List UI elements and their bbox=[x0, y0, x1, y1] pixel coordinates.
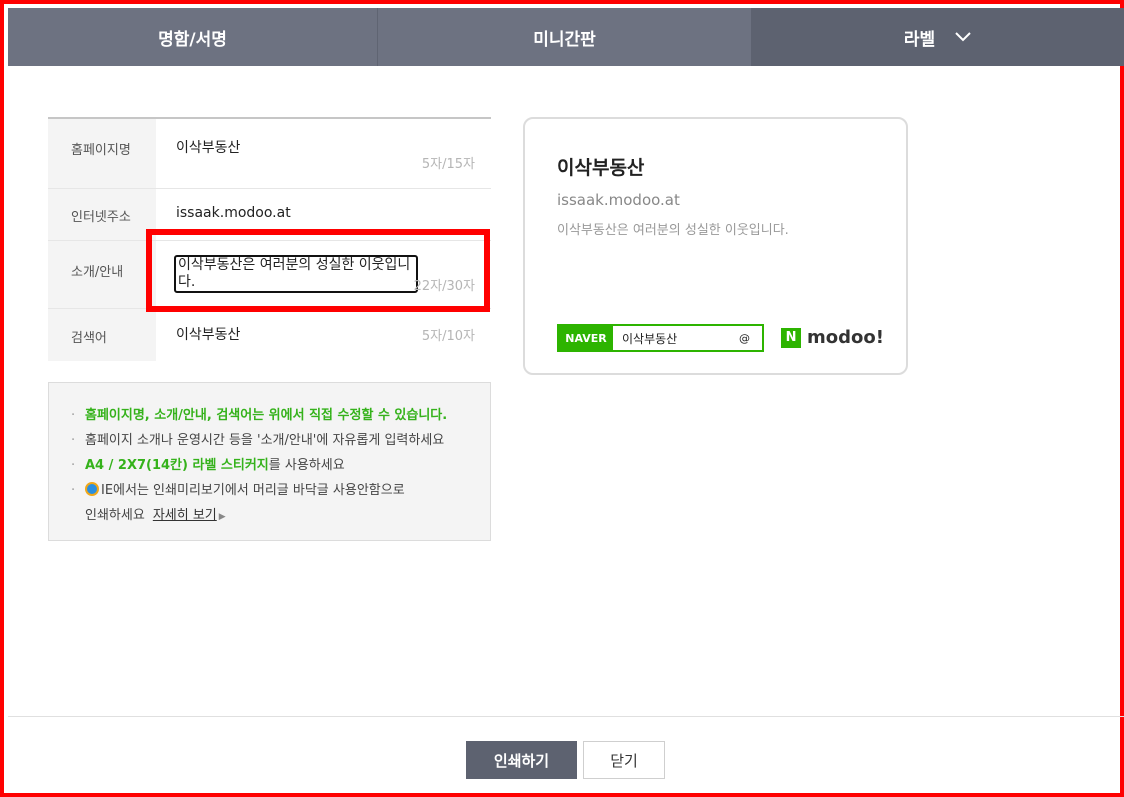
print-button[interactable]: 인쇄하기 bbox=[466, 741, 577, 779]
form-row-intro: 소개/안내 이삭부동산은 여러분의 성실한 이웃입니다. 22자/30자 bbox=[48, 241, 491, 309]
char-count: 5자/15자 bbox=[421, 157, 475, 172]
field-value: 이삭부동산 bbox=[176, 140, 241, 156]
intro-field-cell: 이삭부동산은 여러분의 성실한 이웃입니다. 22자/30자 bbox=[156, 241, 491, 308]
naver-search-box: NAVER 이삭부동산 @ bbox=[557, 324, 764, 352]
tab-label: 미니간판 bbox=[533, 29, 596, 50]
naver-badge: NAVER bbox=[559, 326, 613, 350]
label-print-dialog: 명함/서명 미니간판 라벨 홈페이지명 이삭부동산 5자/15자 인터넷주소 i… bbox=[0, 0, 1124, 797]
tab-label: 라벨 bbox=[903, 29, 936, 50]
char-count: 5자/10자 bbox=[421, 329, 475, 344]
preview-title: 이삭부동산 bbox=[557, 157, 645, 179]
field-label: 인터넷주소 bbox=[48, 189, 156, 240]
form-row-homepage-name: 홈페이지명 이삭부동산 5자/15자 bbox=[48, 119, 491, 189]
keyword-field[interactable]: 이삭부동산 5자/10자 bbox=[156, 309, 491, 361]
naver-n-icon: N bbox=[781, 327, 802, 348]
field-value: 이삭부동산 bbox=[176, 327, 241, 343]
close-button[interactable]: 닫기 bbox=[583, 741, 665, 779]
preview-url: issaak.modoo.at bbox=[557, 191, 680, 209]
tab-label: 명함/서명 bbox=[158, 29, 227, 50]
help-item-continued: 인쇄하세요 자세히 보기 ▶ bbox=[71, 503, 490, 530]
search-query: 이삭부동산 bbox=[622, 331, 678, 346]
help-text: IE에서는 인쇄미리보기에서 머리글 바닥글 사용안함으로 bbox=[101, 483, 405, 498]
help-text: 를 사용하세요 bbox=[268, 458, 345, 473]
form-row-keyword: 검색어 이삭부동산 5자/10자 bbox=[48, 309, 491, 361]
label-form: 홈페이지명 이삭부동산 5자/15자 인터넷주소 issaak.modoo.at… bbox=[48, 117, 491, 361]
footer-divider bbox=[8, 716, 1124, 717]
help-text: 홈페이지 소개나 운영시간 등을 '소개/안내'에 자유롭게 입력하세요 bbox=[85, 433, 445, 448]
help-text: 홈페이지명, 소개/안내, 검색어는 위에서 직접 수정할 수 있습니다. bbox=[85, 408, 448, 423]
field-value: issaak.modoo.at bbox=[176, 205, 291, 221]
homepage-name-field[interactable]: 이삭부동산 5자/15자 bbox=[156, 119, 491, 188]
tab-bar: 명함/서명 미니간판 라벨 bbox=[8, 8, 1124, 66]
triangle-right-icon: ▶ bbox=[218, 512, 226, 522]
help-info-box: 홈페이지명, 소개/안내, 검색어는 위에서 직접 수정할 수 있습니다. 홈페… bbox=[48, 382, 491, 541]
help-text: 인쇄하세요 bbox=[85, 508, 145, 523]
form-row-url: 인터넷주소 issaak.modoo.at bbox=[48, 189, 491, 241]
help-item: IE에서는 인쇄미리보기에서 머리글 바닥글 사용안함으로 bbox=[71, 478, 490, 503]
modoo-wordmark: modoo! bbox=[807, 327, 884, 348]
preview-description: 이삭부동산은 여러분의 성실한 이웃입니다. bbox=[557, 223, 789, 238]
field-label: 홈페이지명 bbox=[48, 119, 156, 188]
field-label: 검색어 bbox=[48, 309, 156, 361]
label-preview-card: 이삭부동산 issaak.modoo.at 이삭부동산은 여러분의 성실한 이웃… bbox=[523, 117, 908, 375]
details-link[interactable]: 자세히 보기 bbox=[153, 508, 217, 523]
field-label: 소개/안내 bbox=[48, 241, 156, 308]
ie-icon bbox=[85, 482, 99, 496]
help-item: 홈페이지명, 소개/안내, 검색어는 위에서 직접 수정할 수 있습니다. bbox=[71, 403, 490, 428]
url-value: issaak.modoo.at bbox=[156, 189, 491, 240]
intro-textarea[interactable]: 이삭부동산은 여러분의 성실한 이웃입니다. bbox=[174, 255, 418, 293]
help-text-bold: A4 / 2X7(14칸) 라벨 스티커지 bbox=[85, 458, 269, 473]
help-item: 홈페이지 소개나 운영시간 등을 '소개/안내'에 자유롭게 입력하세요 bbox=[71, 428, 490, 453]
tab-business-card[interactable]: 명함/서명 bbox=[8, 8, 378, 66]
chevron-down-icon bbox=[955, 27, 971, 47]
tab-mini-sign[interactable]: 미니간판 bbox=[378, 8, 751, 66]
at-icon: @ bbox=[739, 331, 750, 345]
help-item: A4 / 2X7(14칸) 라벨 스티커지를 사용하세요 bbox=[71, 453, 490, 478]
char-count: 22자/30자 bbox=[413, 279, 475, 294]
tab-label-dropdown[interactable]: 라벨 bbox=[751, 8, 1124, 66]
modoo-logo: N modoo! bbox=[781, 327, 884, 348]
